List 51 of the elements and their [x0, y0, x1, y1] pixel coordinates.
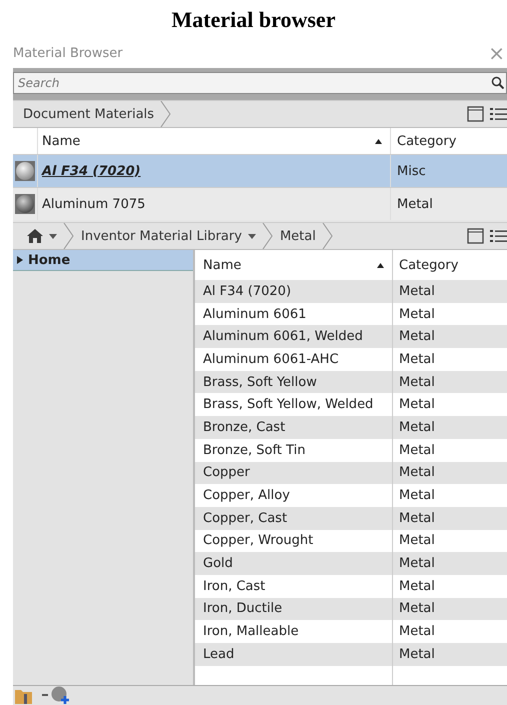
material-row[interactable]: Al F34 (7020) Misc — [13, 154, 507, 187]
sphere-icon — [15, 194, 35, 214]
material-name: Al F34 (7020) — [42, 164, 141, 178]
breadcrumb-separator-icon — [262, 223, 274, 249]
table-cell-text: Iron, Ductile — [202, 600, 284, 618]
caret-icon[interactable] — [49, 234, 57, 238]
breadcrumb-item[interactable]: Document Materials — [23, 106, 154, 122]
table-cell-text: Brass, Soft Yellow — [202, 374, 318, 392]
column-header[interactable]: Name — [195, 250, 377, 280]
breadcrumb-separator-icon — [160, 101, 172, 127]
breadcrumb-item[interactable]: Inventor Material Library — [81, 228, 242, 244]
table-cell-text: Lead — [202, 646, 236, 664]
breadcrumb-separator-icon — [63, 223, 75, 249]
sort-icon — [377, 262, 384, 268]
breadcrumb-item[interactable]: Metal — [280, 228, 316, 244]
table-cell-text: Aluminum 6061 — [202, 306, 308, 324]
table-cell-text: Copper — [202, 464, 251, 482]
search-field[interactable]: Search — [13, 72, 507, 94]
expander-icon[interactable] — [17, 256, 24, 264]
table-cell-text: Gold — [202, 555, 234, 574]
table-cell-text: Iron, Malleable — [202, 623, 300, 642]
caret-icon[interactable] — [248, 234, 256, 238]
search-icon[interactable] — [491, 76, 504, 89]
material-category: Metal — [397, 196, 433, 212]
table-cell-text: Al F34 (7020) — [202, 282, 292, 301]
material-name: Aluminum 7075 — [42, 196, 146, 212]
folder-icon[interactable] — [15, 688, 33, 704]
table-cell-text: Bronze, Cast — [202, 418, 286, 437]
table-cell-text: Iron, Cast — [202, 578, 266, 596]
table-cell-text: Copper, Wrought — [202, 532, 314, 550]
table-cell-text: Aluminum 6061, Welded — [202, 328, 364, 346]
table-cell-text: Aluminum 6061-AHC — [202, 350, 340, 369]
page-heading: Material browser — [170, 6, 336, 34]
panel-view-icon[interactable] — [467, 228, 484, 244]
material-category: Misc — [397, 164, 426, 178]
table-cell-text: Copper, Alloy — [202, 487, 291, 506]
caret-icon[interactable] — [42, 694, 48, 697]
table-cell-text: Brass, Soft Yellow, Welded — [202, 396, 374, 414]
material-row[interactable]: Aluminum 7075 Metal — [13, 187, 507, 220]
table-cell-text: Bronze, Soft Tin — [202, 442, 306, 460]
list-view-icon[interactable] — [489, 228, 507, 244]
list-view-icon[interactable] — [489, 106, 507, 122]
tree-item[interactable]: Home — [13, 250, 193, 271]
breadcrumb-separator-icon — [322, 223, 334, 249]
sphere-icon — [15, 161, 35, 181]
sort-icon — [375, 138, 382, 144]
panel-view-icon[interactable] — [467, 106, 484, 122]
window-title: Material Browser — [13, 46, 123, 60]
home-icon[interactable] — [27, 229, 43, 243]
table-cell-text: Copper, Cast — [202, 510, 288, 528]
add-material-icon[interactable] — [51, 686, 71, 705]
